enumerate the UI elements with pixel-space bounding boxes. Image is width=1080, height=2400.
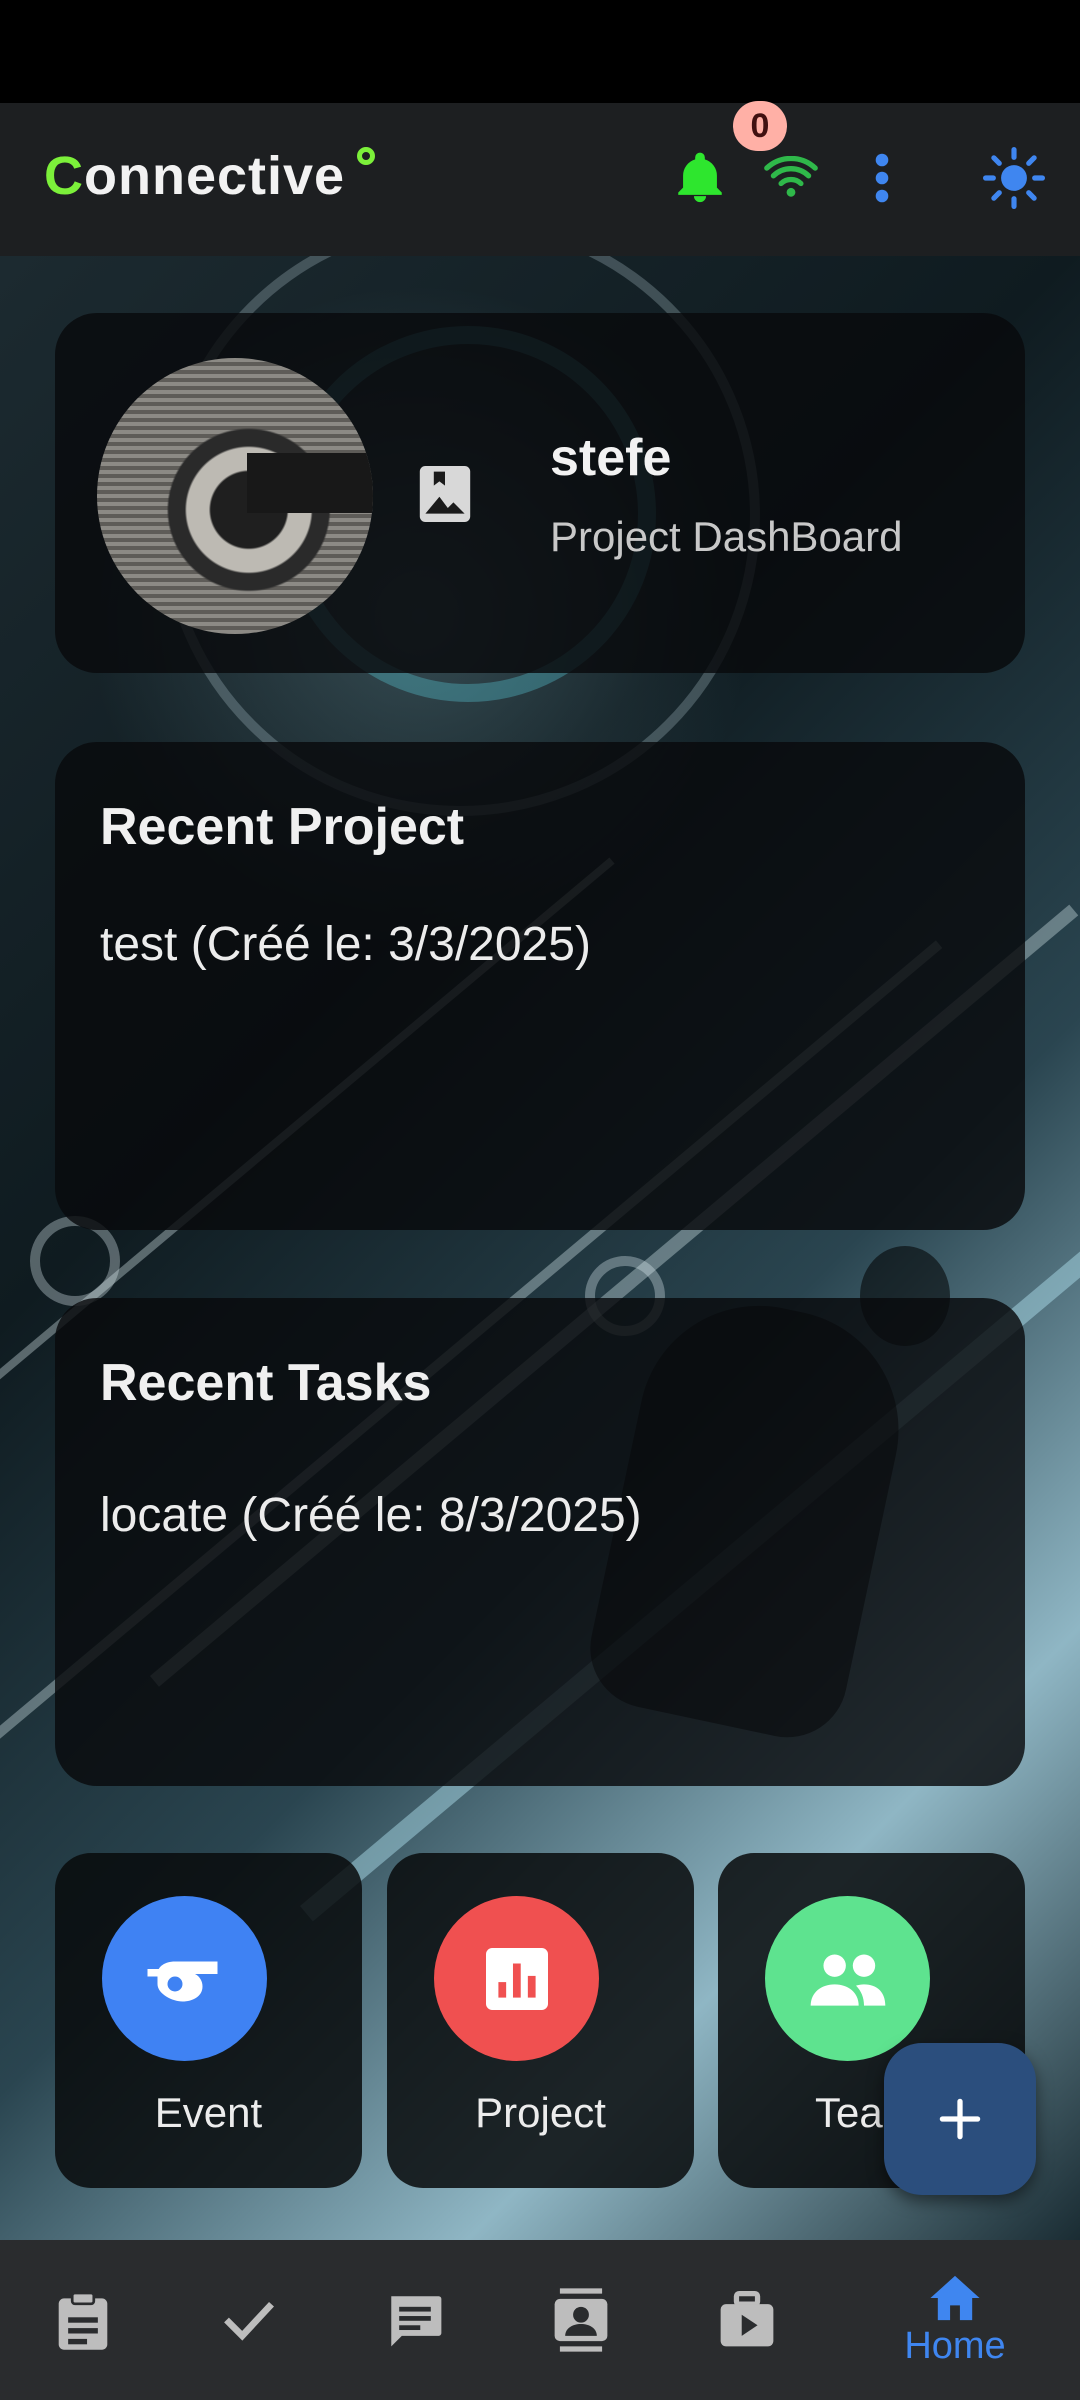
profile-name: stefe [550,429,672,487]
shortcut-team-label: Tea [815,2089,883,2136]
recent-task-item[interactable]: locate (Créé le: 8/3/2025) [100,1488,642,1543]
add-fab-button[interactable] [884,2043,1036,2195]
message-icon [391,2296,442,2347]
recent-project-item[interactable]: test (Créé le: 3/3/2025) [100,917,591,972]
app-logo: Connective [44,145,376,207]
recent-project-title: Recent Project [100,798,465,856]
nav-item-messages[interactable] [332,2240,498,2400]
nav-item-contacts[interactable] [498,2240,664,2400]
profile-subtitle: Project DashBoard [550,513,903,560]
shortcut-project[interactable]: Project [387,1853,694,2188]
wifi-icon[interactable] [756,143,826,213]
nav-item-tasks[interactable] [0,2240,166,2400]
recent-tasks-title: Recent Tasks [100,1354,432,1412]
shortcut-event[interactable]: Event [55,1853,362,2188]
check-icon [224,2301,274,2341]
theme-toggle-sun-icon[interactable] [979,143,1049,213]
app-bar: Connective 0 [0,101,1080,256]
more-menu-icon[interactable] [847,143,917,213]
team-icon [765,1896,930,2061]
recent-tasks-card[interactable]: Recent Tasks locate (Créé le: 8/3/2025) [55,1298,1025,1786]
contact-card-icon [554,2288,608,2352]
home-icon [930,2275,980,2320]
plus-icon [939,2098,981,2140]
profile-card: stefe Project DashBoard [55,313,1025,673]
clipboard-icon [58,2291,108,2350]
whistle-icon [102,1896,267,2061]
nav-item-home[interactable]: Home [872,2240,1038,2400]
bottom-navigation: Home [0,2240,1080,2400]
avatar[interactable] [97,358,373,634]
chart-icon [434,1896,599,2061]
portrait-icon[interactable] [417,463,473,530]
shortcut-project-label: Project [475,2089,606,2136]
play-case-icon [720,2291,774,2347]
status-bar [0,0,1080,103]
nav-item-check[interactable] [166,2240,332,2400]
shortcut-event-label: Event [154,2089,263,2136]
nav-item-media[interactable] [664,2240,830,2400]
nav-home-label: Home [904,2324,1006,2367]
recent-project-card[interactable]: Recent Project test (Créé le: 3/3/2025) [55,742,1025,1230]
notification-bell-icon[interactable] [665,143,735,213]
